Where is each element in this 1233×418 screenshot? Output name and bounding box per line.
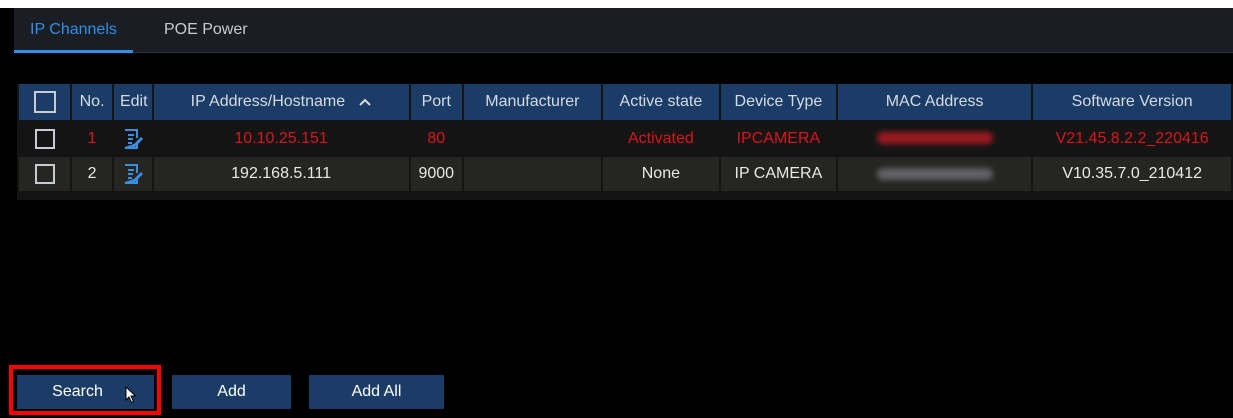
header-ip-address-label: IP Address/Hostname bbox=[190, 93, 346, 110]
row-port: 80 bbox=[410, 120, 462, 157]
redacted-mac bbox=[876, 167, 993, 180]
table-row[interactable]: 1 10.10.25.151 80 Activated IPCAMERA V21… bbox=[19, 120, 1231, 157]
header-device-type: Device Type bbox=[720, 84, 836, 120]
row-mac-address bbox=[837, 157, 1032, 191]
row-checkbox-cell bbox=[19, 120, 71, 157]
redacted-mac bbox=[876, 132, 993, 145]
header-manufacturer: Manufacturer bbox=[463, 84, 601, 120]
edit-icon[interactable] bbox=[123, 163, 143, 185]
tab-poe-power[interactable]: POE Power bbox=[148, 8, 264, 52]
table-row[interactable]: 2 192.168.5.111 9000 None IP CAMERA V10.… bbox=[19, 157, 1231, 191]
row-manufacturer bbox=[463, 120, 601, 157]
add-all-button[interactable]: Add All bbox=[309, 375, 444, 409]
add-button[interactable]: Add bbox=[172, 375, 291, 409]
header-mac-address: MAC Address bbox=[837, 84, 1032, 120]
row-mac-address bbox=[837, 120, 1032, 157]
row-active-state: Activated bbox=[602, 120, 719, 157]
row-ip: 192.168.5.111 bbox=[153, 157, 409, 191]
row-device-type: IPCAMERA bbox=[720, 120, 836, 157]
row-software-version: V21.45.8.2.2_220416 bbox=[1033, 120, 1231, 157]
header-active-state: Active state bbox=[602, 84, 719, 120]
tab-ip-channels-label: IP Channels bbox=[30, 21, 117, 38]
row-port: 9000 bbox=[410, 157, 462, 191]
select-all-cell bbox=[19, 84, 71, 120]
row-active-state: None bbox=[602, 157, 719, 191]
row-software-version: V10.35.7.0_210412 bbox=[1033, 157, 1231, 191]
header-ip-address[interactable]: IP Address/Hostname bbox=[153, 84, 409, 120]
tab-poe-power-label: POE Power bbox=[164, 21, 248, 38]
ip-channels-screen: IP Channels POE Power No. Edit IP Addres… bbox=[0, 0, 1233, 418]
tab-bar: IP Channels POE Power bbox=[14, 8, 1233, 53]
row-no: 2 bbox=[72, 157, 112, 191]
table-header-row: No. Edit IP Address/Hostname Port Manufa… bbox=[19, 84, 1231, 120]
add-button-label: Add bbox=[217, 383, 246, 400]
add-all-button-label: Add All bbox=[351, 383, 402, 400]
row-no: 1 bbox=[72, 120, 112, 157]
header-software-version: Software Version bbox=[1033, 84, 1231, 120]
row-checkbox[interactable] bbox=[34, 128, 55, 149]
select-all-checkbox[interactable] bbox=[33, 91, 56, 113]
row-manufacturer bbox=[463, 157, 601, 191]
row-ip: 10.10.25.151 bbox=[153, 120, 409, 157]
mouse-pointer-icon bbox=[125, 386, 137, 404]
sort-ascending-icon bbox=[358, 98, 371, 106]
top-edge-strip bbox=[0, 0, 1233, 8]
header-no: No. bbox=[72, 84, 112, 120]
header-port: Port bbox=[410, 84, 462, 120]
row-checkbox-cell bbox=[19, 157, 71, 191]
tab-ip-channels[interactable]: IP Channels bbox=[14, 8, 133, 53]
active-tab-underline bbox=[14, 50, 133, 53]
row-checkbox[interactable] bbox=[34, 164, 55, 184]
row-device-type: IP CAMERA bbox=[720, 157, 836, 191]
search-highlight-box bbox=[9, 365, 161, 415]
row-edit-cell bbox=[113, 120, 152, 157]
header-edit: Edit bbox=[113, 84, 152, 120]
channel-table: No. Edit IP Address/Hostname Port Manufa… bbox=[17, 84, 1233, 200]
row-edit-cell bbox=[113, 157, 152, 191]
edit-icon[interactable] bbox=[123, 128, 143, 150]
